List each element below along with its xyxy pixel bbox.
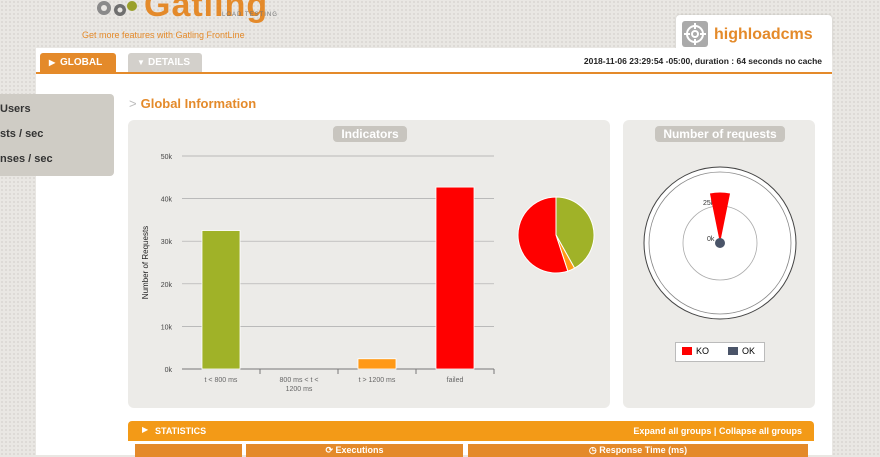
indicators-chart: 0k 10k 20k 30k 40k 50k Number of Requests t < 8… — [141, 154, 595, 393]
simulation-name: highloadcms — [714, 26, 813, 43]
legend-ko-label[interactable]: KO — [696, 346, 709, 356]
sidebar-item-responses-per-sec[interactable]: nses / sec — [0, 153, 53, 165]
tab-global[interactable]: ▶ GLOBAL — [40, 53, 116, 72]
caret-down-icon: ▼ — [137, 58, 145, 67]
x-tick-label: failed — [447, 377, 464, 384]
refresh-icon: ⟳ — [325, 445, 336, 455]
col-header-executions-label: Executions — [335, 445, 384, 455]
target-icon — [682, 21, 708, 47]
col-header-executions[interactable]: ⟳ Executions — [246, 444, 463, 457]
col-header-response-time-label: Response Time (ms) — [599, 445, 688, 455]
logo-subtext: LOAD TESTING — [222, 12, 278, 18]
tab-bar: ▶ GLOBAL ▼ DETAILS 2018-11-06 23:29:54 -… — [36, 48, 832, 74]
bar[interactable] — [435, 186, 475, 370]
section-title-text: Global Information — [140, 96, 257, 111]
caret-right-icon: ▶ — [142, 425, 149, 434]
run-info: 2018-11-06 23:29:54 -05:00, duration : 6… — [583, 56, 822, 66]
legend-ok-label[interactable]: OK — [742, 346, 755, 356]
frontline-link[interactable]: Get more features with Gatling FrontLine — [82, 30, 245, 40]
caret-right-icon: ▶ — [49, 58, 56, 67]
sidebar-item-users[interactable]: Users — [0, 103, 31, 115]
polar-center-dot — [715, 238, 725, 248]
link-separator: | — [713, 426, 717, 436]
y-tick-label: 30k — [161, 239, 173, 246]
ko-swatch — [682, 347, 692, 355]
bar[interactable] — [357, 358, 397, 370]
y-tick-label: 10k — [161, 324, 173, 331]
requests-legend: KO OK — [675, 342, 765, 362]
statistics-header-row: ⟳ Executions ◷ Response Time (ms) — [128, 442, 814, 457]
collapse-all-groups-link[interactable]: Collapse all groups — [719, 426, 802, 436]
requests-panel: Number of requests 0k 25k KO OK — [623, 120, 815, 408]
x-tick-label: 800 ms < t <1200 ms — [280, 377, 319, 393]
tab-global-label: GLOBAL — [60, 57, 103, 68]
x-tick-label: t < 800 ms — [205, 377, 238, 384]
requests-polar-chart: 0k25k — [643, 166, 797, 320]
gears-icon — [97, 1, 137, 16]
col-header-response-time[interactable]: ◷ Response Time (ms) — [468, 444, 808, 457]
ok-swatch — [728, 347, 738, 355]
col-header-name[interactable] — [135, 444, 242, 457]
x-tick-label: t > 1200 ms — [359, 377, 396, 384]
bar[interactable] — [201, 230, 241, 370]
y-tick-label: 50k — [161, 154, 173, 161]
section-title: > Global Information — [129, 96, 256, 111]
tab-details[interactable]: ▼ DETAILS — [128, 53, 202, 72]
sidebar-menu: Users sts / sec nses / sec — [0, 94, 114, 176]
polar-ring-label: 0k — [707, 236, 715, 243]
statistics-bar: ▶ STATISTICS Expand all groups | Collaps… — [128, 421, 814, 441]
y-axis-label: Number of Requests — [141, 226, 150, 299]
y-tick-label: 40k — [161, 197, 173, 204]
expand-all-groups-link[interactable]: Expand all groups — [633, 426, 711, 436]
statistics-title: STATISTICS — [155, 426, 207, 436]
statistics-links: Expand all groups | Collapse all groups — [633, 426, 802, 436]
sidebar-item-requests-per-sec[interactable]: sts / sec — [0, 128, 43, 140]
section-arrow: > — [129, 96, 137, 111]
indicators-panel: Indicators 0k 10k 20k 30k 40k 50k Number of Re… — [128, 120, 610, 408]
y-tick-label: 20k — [161, 282, 173, 289]
y-tick-label: 0k — [165, 367, 173, 374]
clock-icon: ◷ — [588, 445, 600, 455]
tab-details-label: DETAILS — [148, 57, 191, 68]
